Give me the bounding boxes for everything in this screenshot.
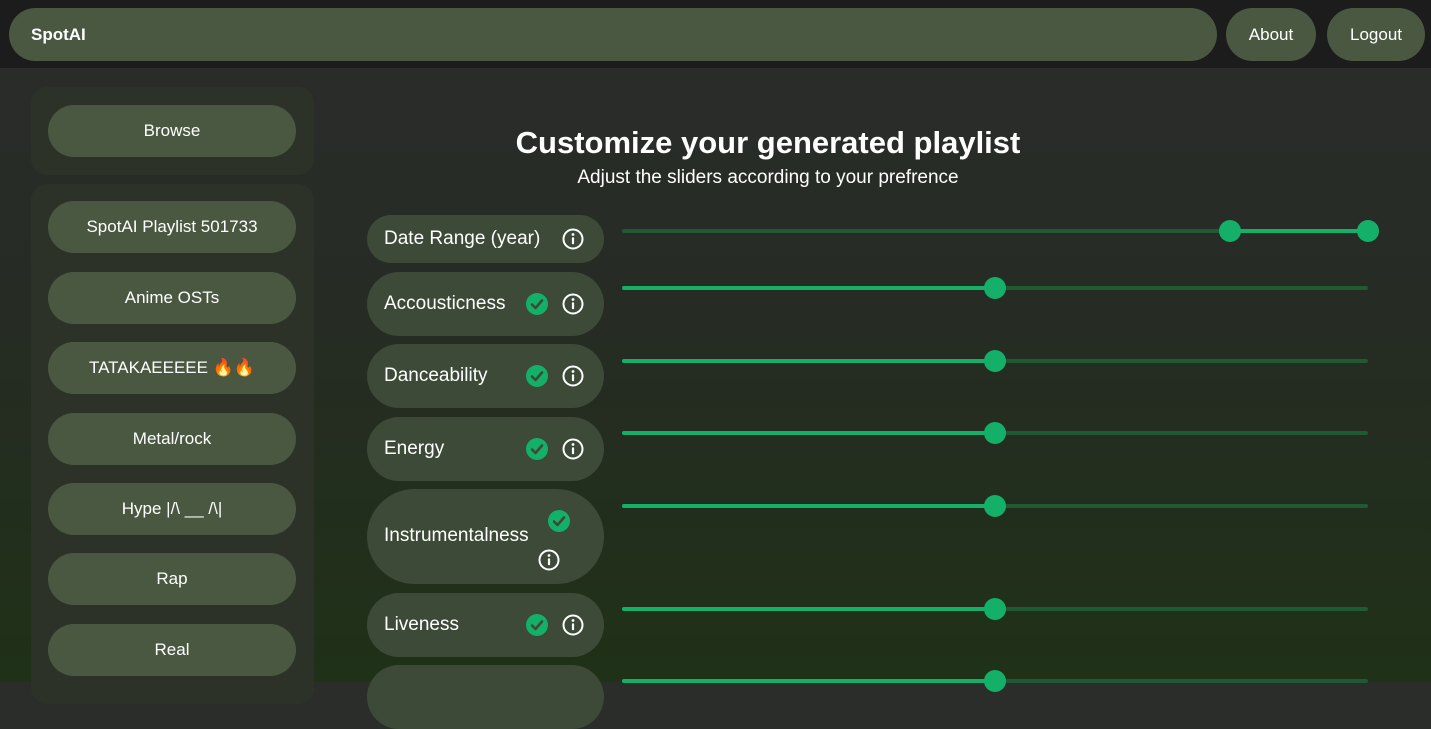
slider-fill (622, 679, 995, 683)
page-subtitle: Adjust the sliders according to your pre… (577, 167, 959, 188)
slider-label-text: Instrumentalness (384, 525, 529, 546)
slider-thumb[interactable] (984, 598, 1006, 620)
slider-fill (622, 359, 995, 363)
logout-button[interactable]: Logout (1327, 8, 1425, 61)
slider-thumb-min[interactable] (1218, 220, 1241, 242)
slider-label-danceability: Danceability (367, 344, 604, 408)
slider-label-text: Date Range (year) (384, 228, 541, 249)
slider-thumb[interactable] (984, 277, 1006, 299)
slider-label-text: Danceability (384, 365, 488, 386)
playlist-item[interactable]: Anime OSTs (48, 272, 296, 324)
slider-label-text: Energy (384, 438, 445, 459)
slider-fill (1229, 229, 1368, 233)
slider-thumb[interactable] (984, 670, 1006, 692)
info-icon[interactable] (562, 228, 584, 250)
page-title: Customize your generated playlist (515, 125, 1021, 160)
liveness-slider[interactable] (622, 598, 1368, 620)
slider-thumb-max[interactable] (1357, 220, 1379, 242)
slider-thumb[interactable] (984, 350, 1006, 372)
instrumentalness-slider[interactable] (622, 495, 1368, 517)
brand-title[interactable]: SpotAI (9, 8, 1217, 61)
check-circle-icon[interactable] (526, 438, 548, 460)
accousticness-slider[interactable] (622, 277, 1368, 299)
slider-label-partial (367, 665, 604, 729)
info-icon[interactable] (562, 614, 584, 636)
slider-fill (622, 431, 995, 435)
slider-thumb[interactable] (984, 495, 1006, 517)
info-icon[interactable] (538, 549, 560, 571)
playlist-item[interactable]: Rap (48, 553, 296, 605)
check-circle-icon[interactable] (526, 365, 548, 387)
slider-label-energy: Energy (367, 417, 604, 481)
playlist-item[interactable]: TATAKAEEEEE 🔥🔥 (48, 342, 296, 394)
energy-slider[interactable] (622, 422, 1368, 444)
info-icon[interactable] (562, 293, 584, 315)
playlist-item[interactable]: Real (48, 624, 296, 676)
check-circle-icon[interactable] (526, 293, 548, 315)
slider-label-liveness: Liveness (367, 593, 604, 657)
check-circle-icon[interactable] (548, 510, 570, 532)
slider-label-text: Liveness (384, 614, 459, 635)
danceability-slider[interactable] (622, 350, 1368, 372)
info-icon[interactable] (562, 438, 584, 460)
partial-slider[interactable] (622, 670, 1368, 692)
about-button[interactable]: About (1226, 8, 1316, 61)
browse-button[interactable]: Browse (48, 105, 296, 157)
slider-label-date-range: Date Range (year) (367, 215, 604, 263)
playlist-item[interactable]: Hype |/\ __ /\| (48, 483, 296, 535)
date-range-slider[interactable] (622, 220, 1379, 242)
top-bar: SpotAI About Logout (0, 0, 1431, 68)
slider-label-instrumentalness: Instrumentalness (367, 489, 604, 584)
slider-fill (622, 607, 995, 611)
playlist-item[interactable]: SpotAI Playlist 501733 (48, 201, 296, 253)
check-circle-icon[interactable] (526, 614, 548, 636)
playlist-item[interactable]: Metal/rock (48, 413, 296, 465)
slider-thumb[interactable] (984, 422, 1006, 444)
slider-fill (622, 504, 995, 508)
slider-fill (622, 286, 995, 290)
info-icon[interactable] (562, 365, 584, 387)
slider-label-text: Accousticness (384, 293, 506, 314)
slider-label-accousticness: Accousticness (367, 272, 604, 336)
